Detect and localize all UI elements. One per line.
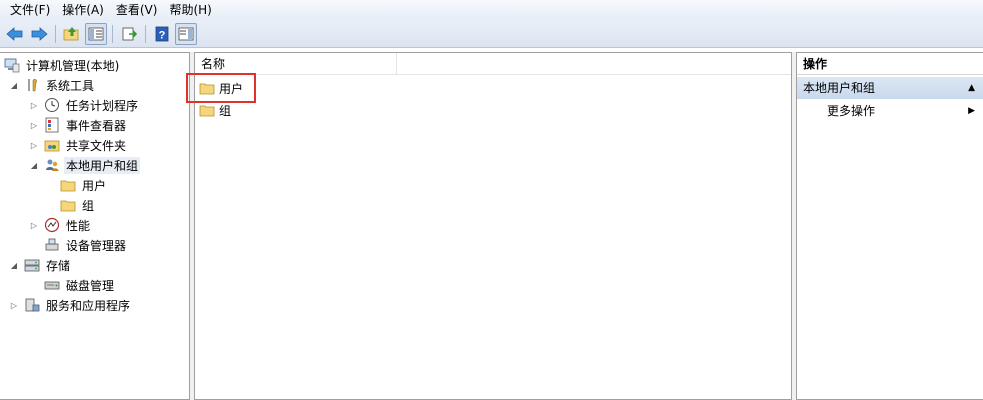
tree-item-event-viewer[interactable]: ▷ 事件查看器 bbox=[28, 115, 128, 135]
forward-icon[interactable] bbox=[28, 23, 50, 45]
list-header: 名称 bbox=[195, 53, 791, 75]
toolbar-separator bbox=[145, 25, 146, 43]
tree-label: 服务和应用程序 bbox=[46, 298, 131, 313]
tree-item-services-apps[interactable]: ▷ 服务和应用程序 bbox=[8, 295, 132, 315]
menu-action[interactable]: 操作(A) bbox=[56, 0, 110, 21]
expanded-arrow-icon[interactable]: ◢ bbox=[8, 79, 20, 91]
actions-pane: 操作 本地用户和组 ▲ 更多操作 ▶ bbox=[796, 52, 983, 400]
collapsed-arrow-icon[interactable]: ▷ bbox=[28, 99, 40, 111]
collapsed-arrow-icon[interactable]: ▷ bbox=[8, 299, 20, 311]
collapsed-arrow-icon[interactable]: ▷ bbox=[28, 139, 40, 151]
folder-icon bbox=[60, 177, 76, 193]
tree-label: 存储 bbox=[46, 258, 71, 273]
tree-label: 任务计划程序 bbox=[66, 98, 139, 113]
toolbar: ? bbox=[0, 21, 983, 48]
toolbar-separator bbox=[112, 25, 113, 43]
tree-item-shared-folders[interactable]: ▷ 共享文件夹 bbox=[28, 135, 128, 155]
show-hide-action-pane-icon[interactable] bbox=[175, 23, 197, 45]
tree-item-local-users-groups[interactable]: ◢ 本地用户和组 bbox=[28, 155, 141, 175]
tree-label: 系统工具 bbox=[46, 78, 95, 93]
actions-title: 操作 bbox=[797, 53, 983, 75]
back-icon[interactable] bbox=[4, 23, 26, 45]
submenu-arrow-icon: ▶ bbox=[968, 106, 975, 116]
column-header-name[interactable]: 名称 bbox=[195, 53, 397, 75]
tree-item-system-tools[interactable]: ◢ 系统工具 bbox=[8, 75, 96, 95]
tree-label: 本地用户和组 bbox=[64, 156, 141, 174]
column-header-empty bbox=[397, 53, 791, 75]
highlight-annotation-box bbox=[186, 73, 256, 103]
folder-icon bbox=[199, 102, 215, 118]
list-item-label: 组 bbox=[219, 103, 232, 118]
tree-item-disk-management[interactable]: 磁盘管理 bbox=[44, 275, 116, 295]
tree-label: 组 bbox=[82, 198, 95, 213]
device-manager-icon bbox=[44, 237, 60, 253]
tree-item-device-manager[interactable]: 设备管理器 bbox=[44, 235, 128, 255]
tree-label: 计算机管理(本地) bbox=[26, 58, 120, 73]
tree-label: 磁盘管理 bbox=[66, 278, 115, 293]
tree-label: 设备管理器 bbox=[66, 238, 127, 253]
menu-view[interactable]: 查看(V) bbox=[110, 0, 164, 21]
folder-icon bbox=[60, 197, 76, 213]
tree-item-users[interactable]: 用户 bbox=[60, 175, 108, 195]
tree-label: 性能 bbox=[66, 218, 91, 233]
users-group-icon bbox=[44, 157, 60, 173]
tree-label: 用户 bbox=[82, 178, 107, 193]
actions-section-local-users-groups[interactable]: 本地用户和组 ▲ bbox=[797, 77, 983, 99]
event-viewer-icon bbox=[44, 117, 60, 133]
svg-text:?: ? bbox=[159, 30, 166, 42]
tree-item-groups[interactable]: 组 bbox=[60, 195, 96, 215]
shared-folder-icon bbox=[44, 137, 60, 153]
up-folder-icon[interactable] bbox=[61, 23, 83, 45]
tree-item-task-scheduler[interactable]: ▷ 任务计划程序 bbox=[28, 95, 140, 115]
services-icon bbox=[24, 297, 40, 313]
tree-item-computer-management[interactable]: 计算机管理(本地) bbox=[4, 55, 121, 75]
tree-label: 共享文件夹 bbox=[66, 138, 127, 153]
help-icon[interactable]: ? bbox=[151, 23, 173, 45]
collapsed-arrow-icon[interactable]: ▷ bbox=[28, 119, 40, 131]
list-item-groups[interactable]: 组 bbox=[199, 100, 231, 120]
collapse-up-icon[interactable]: ▲ bbox=[968, 77, 975, 99]
export-list-icon[interactable] bbox=[118, 23, 140, 45]
results-list-pane: 名称 用户 组 bbox=[186, 52, 792, 400]
expanded-arrow-icon[interactable]: ◢ bbox=[28, 159, 40, 171]
performance-icon bbox=[44, 217, 60, 233]
storage-icon bbox=[24, 257, 40, 273]
menu-bar: 文件(F) 操作(A) 查看(V) 帮助(H) bbox=[0, 0, 983, 21]
menu-file[interactable]: 文件(F) bbox=[4, 0, 56, 21]
tree-label: 事件查看器 bbox=[66, 118, 127, 133]
show-hide-tree-icon[interactable] bbox=[85, 23, 107, 45]
expanded-arrow-icon[interactable]: ◢ bbox=[8, 259, 20, 271]
more-actions-label: 更多操作 bbox=[827, 104, 876, 118]
disk-management-icon bbox=[44, 277, 60, 293]
toolbar-separator bbox=[55, 25, 56, 43]
tree-item-performance[interactable]: ▷ 性能 bbox=[28, 215, 92, 235]
computer-management-icon bbox=[4, 57, 20, 73]
tools-icon bbox=[24, 77, 40, 93]
collapsed-arrow-icon[interactable]: ▷ bbox=[28, 219, 40, 231]
console-tree-pane: 计算机管理(本地) ◢ 系统工具 ▷ 任务计划程序 ▷ 事件查看器 ▷ 共享文件… bbox=[0, 52, 190, 400]
clock-icon bbox=[44, 97, 60, 113]
actions-section-label: 本地用户和组 bbox=[803, 81, 876, 95]
tree-item-storage[interactable]: ◢ 存储 bbox=[8, 255, 72, 275]
actions-item-more-actions[interactable]: 更多操作 ▶ bbox=[797, 101, 983, 121]
menu-help[interactable]: 帮助(H) bbox=[163, 0, 217, 21]
